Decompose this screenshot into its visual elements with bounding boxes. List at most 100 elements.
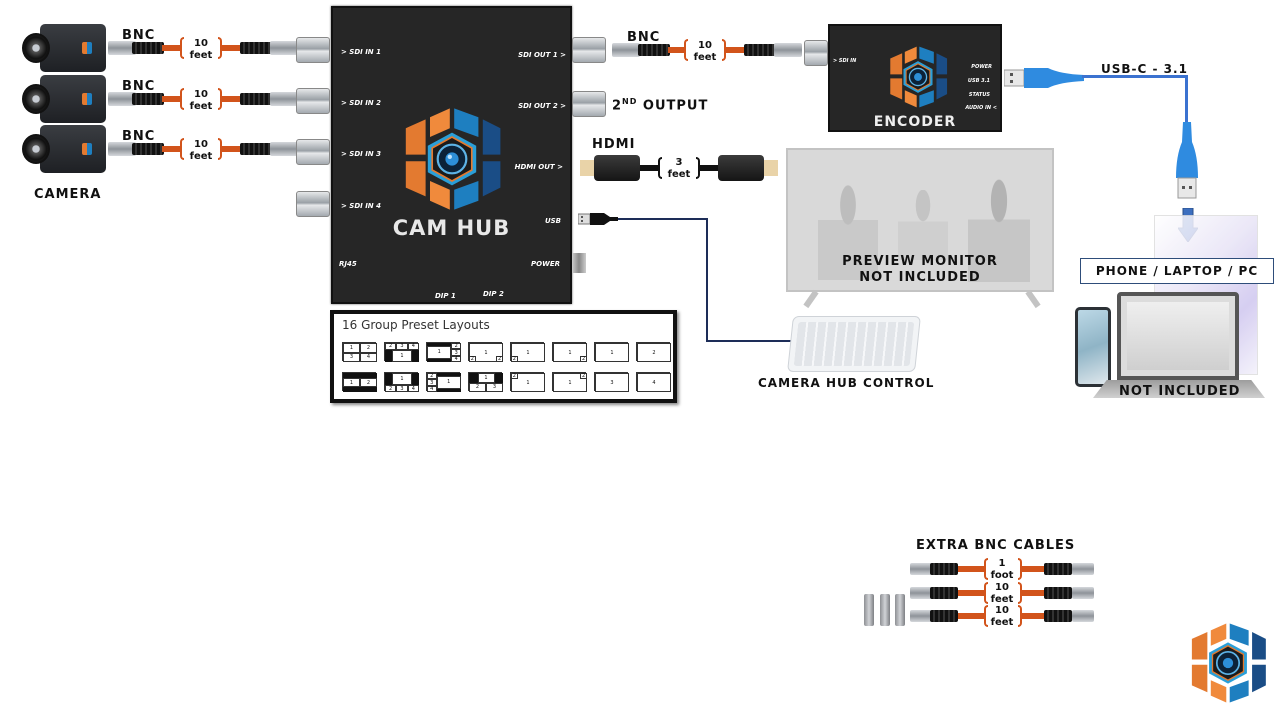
length-value: 3 <box>675 157 683 168</box>
keyboard-keys <box>793 322 915 366</box>
orange-cable-segment <box>958 566 984 572</box>
device-not-included: NOT INCLUDED <box>1119 384 1241 399</box>
bnc-plug <box>910 610 932 622</box>
camera-image <box>22 125 106 173</box>
bnc-barrel-adapter <box>895 594 905 626</box>
preset-window: 2 <box>360 343 377 353</box>
second-output-suffix: OUTPUT <box>637 98 709 114</box>
laptop-screen <box>1117 292 1239 380</box>
bnc-boot <box>132 42 164 54</box>
phone-image <box>1075 307 1111 387</box>
second-output-prefix: 2 <box>612 98 623 114</box>
preset-layout-8: 2 <box>636 342 671 362</box>
preset-black-bar <box>494 373 503 383</box>
camera-lens <box>22 33 50 63</box>
laptop-screen-image <box>1127 302 1229 370</box>
sdi-out-cable-length: 10 feet <box>690 40 720 64</box>
port-sdi-in-1: > SDI IN 1 <box>341 48 381 56</box>
bnc-boot <box>132 143 164 155</box>
bnc-plug <box>270 142 298 156</box>
preset-black-bar <box>436 389 461 392</box>
port-sdi-out-2: SDI OUT 2 > <box>518 102 566 110</box>
preset-window: 1 <box>436 375 461 390</box>
hdmi-plug <box>594 155 640 181</box>
orange-cable-segment <box>668 47 684 53</box>
length-unit: feet <box>693 52 717 63</box>
encoder-port-audio-in: AUDIO IN < <box>965 105 997 111</box>
orange-cable-segment <box>726 47 744 53</box>
usb-control-wire <box>706 340 792 342</box>
preset-black-bar <box>427 359 452 362</box>
preset-window: 3 <box>396 343 408 350</box>
preset-black-bar <box>385 373 392 386</box>
camera-hub-control-label: CAMERA HUB CONTROL <box>758 376 935 390</box>
preset-layout-3: 1234 <box>426 342 461 362</box>
length-unit: feet <box>189 151 213 162</box>
hdmi-cable-segment <box>700 165 718 171</box>
preset-window: 1 <box>391 373 413 386</box>
preset-window: 4 <box>407 385 419 392</box>
camera-lens <box>22 134 50 164</box>
hub-title: CAM HUB <box>392 216 511 240</box>
preset-layout-10: 1234 <box>384 372 419 392</box>
orange-cable-segment <box>1022 590 1044 596</box>
preset-layout-11: 2341 <box>426 372 461 392</box>
hdmi-connector-tip <box>580 160 594 176</box>
preset-window: 2 <box>496 355 503 362</box>
extra-cable-length: 1 foot <box>988 558 1016 582</box>
preset-window: 3 <box>595 373 629 392</box>
presets-title: 16 Group Preset Layouts <box>342 318 490 332</box>
encoder-logo-icon <box>890 46 948 108</box>
bnc-boot <box>240 143 272 155</box>
preset-window: 4 <box>427 385 437 392</box>
encoder-port-usb: USB 3.1 <box>967 78 990 84</box>
bnc-plug <box>1072 610 1094 622</box>
usb-control-wire <box>706 218 708 342</box>
orange-cable-segment <box>958 590 984 596</box>
preset-window: 3 <box>343 352 360 362</box>
cable-break-left <box>684 39 688 61</box>
preset-black-bar <box>412 349 419 362</box>
bnc-plug <box>270 41 298 55</box>
preset-layout-15: 3 <box>594 372 629 392</box>
preset-window: 2 <box>469 355 476 362</box>
encoder-port-sdi-in: > SDI IN <box>833 58 857 64</box>
sdi-in-4-jack <box>296 191 330 217</box>
orange-cable-segment <box>1022 613 1044 619</box>
cable-break-left <box>658 157 662 179</box>
keyboard-image <box>787 316 921 372</box>
camera-label: CAMERA <box>34 187 102 202</box>
bnc-boot <box>1044 563 1072 575</box>
preset-window: 2 <box>580 355 587 362</box>
bnc-plug <box>910 563 932 575</box>
preset-layouts-panel: 16 Group Preset Layouts 1234234112341221… <box>330 310 677 403</box>
logo-shape <box>405 108 501 210</box>
preset-layout-9: 12 <box>342 372 377 392</box>
orange-cable-segment <box>162 146 180 152</box>
sdi-in-1-jack <box>296 37 330 63</box>
orange-cable-segment <box>222 96 240 102</box>
extra-bnc-title: EXTRA BNC CABLES <box>916 538 1076 553</box>
second-output-label: 2ND OUTPUT <box>612 97 708 113</box>
usb-c-label: USB-C - 3.1 <box>1101 62 1188 76</box>
usb-a-plug-icon <box>578 213 618 225</box>
preset-window: 1 <box>427 345 452 360</box>
length-unit: feet <box>990 617 1014 628</box>
length-value: 10 <box>995 605 1009 616</box>
preset-black-bar <box>343 387 377 392</box>
camera-cable-length: 10 feet <box>186 139 216 163</box>
encoder-port-status: STATUS <box>968 92 990 98</box>
bnc-plug <box>774 43 802 57</box>
sdi-in-3-jack <box>296 139 330 165</box>
hdmi-cable-type-label: HDMI <box>592 137 636 152</box>
bnc-boot <box>240 93 272 105</box>
hdmi-cable-segment <box>640 165 658 171</box>
orange-cable-segment <box>222 146 240 152</box>
port-dip-1: DIP 1 <box>435 292 456 300</box>
bnc-boot <box>132 93 164 105</box>
cam-hub-logo-icon <box>405 108 501 210</box>
preset-layout-12: 123 <box>468 372 503 392</box>
camera-image <box>22 24 106 72</box>
hdmi-cable-length: 3 feet <box>664 157 694 181</box>
bnc-plug <box>1072 587 1094 599</box>
